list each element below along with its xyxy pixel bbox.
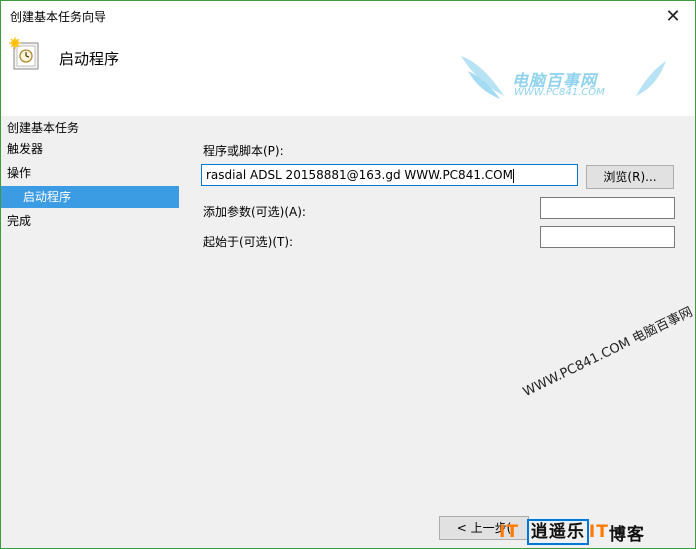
- task-clock-icon: [9, 37, 39, 70]
- args-label: 添加参数(可选)(A):: [203, 205, 306, 219]
- start-in-input[interactable]: [540, 226, 675, 248]
- step-action[interactable]: 操作: [1, 162, 179, 184]
- page-title: 启动程序: [59, 50, 120, 68]
- steps-heading: 创建基本任务: [7, 121, 80, 135]
- program-input[interactable]: rasdial ADSL 20158881@163.gd WWW.PC841.C…: [201, 164, 578, 186]
- start-in-label: 起始于(可选)(T):: [203, 235, 294, 249]
- watermark-url: WWW.PC841.COM: [514, 87, 605, 98]
- site-watermark: 电脑百事网 WWW.PC841.COM: [456, 51, 671, 111]
- wizard-window: 创建基本任务向导 ✕ 启动程序 电脑百事网 WWW.PC841.COM 创建基本…: [0, 0, 696, 549]
- brand-logo: IT 逍遥乐 IT 博客: [499, 517, 645, 547]
- program-label: 程序或脚本(P):: [203, 144, 284, 158]
- text-caret: [512, 168, 514, 183]
- title-bar: 创建基本任务向导 ✕: [1, 1, 695, 31]
- browse-button[interactable]: 浏览(R)...: [586, 165, 674, 189]
- wizard-header: 启动程序 电脑百事网 WWW.PC841.COM: [1, 31, 695, 116]
- brand-logo-text-a: 逍遥乐: [526, 519, 589, 545]
- window-title: 创建基本任务向导: [10, 10, 107, 24]
- program-value: rasdial ADSL 20158881@163.gd WWW.PC841.C…: [206, 168, 513, 182]
- diagonal-watermark: WWW.PC841.COM 电脑百事网: [520, 304, 696, 401]
- wizard-steps: 创建基本任务 触发器 操作 启动程序 完成: [1, 116, 181, 548]
- step-start-program[interactable]: 启动程序: [1, 186, 179, 208]
- args-input[interactable]: [540, 197, 675, 219]
- brand-logo-it-small: IT: [499, 522, 519, 542]
- step-trigger[interactable]: 触发器: [1, 138, 179, 160]
- step-finish[interactable]: 完成: [1, 210, 179, 232]
- brand-logo-it: IT: [588, 522, 609, 542]
- close-button[interactable]: ✕: [651, 1, 695, 31]
- brand-logo-text-b: 博客: [608, 524, 645, 545]
